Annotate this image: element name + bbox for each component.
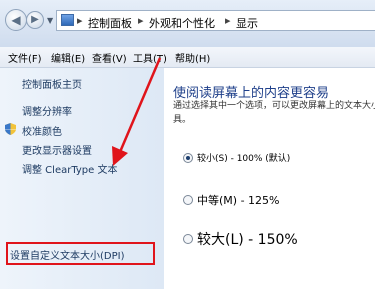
main-panel: 使阅读屏幕上的内容更容易 通过选择其中一个选项，可以更改屏幕上的文本大小 具。 … bbox=[164, 68, 375, 289]
sidebar-item-cleartype[interactable]: 调整 ClearType 文本 bbox=[22, 161, 117, 176]
sidebar-item-calibrate-color[interactable]: 校准颜色 bbox=[22, 123, 62, 138]
breadcrumb-display[interactable]: 显示 bbox=[236, 15, 258, 31]
breadcrumb-control-panel[interactable]: 控制面板 bbox=[88, 15, 132, 31]
dropdown-icon[interactable]: ▼ bbox=[47, 16, 53, 25]
breadcrumb-separator: ▸ bbox=[225, 14, 231, 27]
sidebar-item-home[interactable]: 控制面板主页 bbox=[22, 76, 82, 91]
menu-bar: 文件(F) 编辑(E) 查看(V) 工具(T) 帮助(H) bbox=[0, 47, 375, 68]
shield-icon bbox=[5, 123, 16, 135]
page-title: 使阅读屏幕上的内容更容易 bbox=[173, 86, 330, 101]
sidebar: 控制面板主页 调整分辨率 校准颜色 更改显示器设置 调整 ClearType 文… bbox=[0, 68, 164, 289]
sidebar-item-resolution[interactable]: 调整分辨率 bbox=[22, 103, 72, 118]
option-medium-label[interactable]: 中等(M) - 125% bbox=[197, 192, 279, 208]
menu-file[interactable]: 文件(F) bbox=[8, 50, 42, 65]
radio-small[interactable] bbox=[183, 153, 193, 163]
option-small-label[interactable]: 较小(S) - 100% (默认) bbox=[197, 151, 290, 164]
breadcrumb[interactable]: ▸ 控制面板 ▸ 外观和个性化 ▸ 显示 bbox=[56, 10, 375, 31]
option-large-label[interactable]: 较大(L) - 150% bbox=[197, 229, 298, 249]
back-arrow-icon[interactable]: ◀ bbox=[5, 9, 27, 31]
menu-edit[interactable]: 编辑(E) bbox=[51, 50, 85, 65]
forward-arrow-icon[interactable]: ▶ bbox=[26, 11, 44, 29]
breadcrumb-separator: ▸ bbox=[138, 14, 144, 27]
menu-view[interactable]: 查看(V) bbox=[92, 50, 127, 65]
radio-medium[interactable] bbox=[183, 195, 193, 205]
control-panel-icon bbox=[61, 14, 74, 26]
radio-large[interactable] bbox=[183, 234, 193, 244]
sidebar-item-display-settings[interactable]: 更改显示器设置 bbox=[22, 142, 92, 157]
sidebar-item-custom-dpi[interactable]: 设置自定义文本大小(DPI) bbox=[10, 247, 124, 262]
menu-tools[interactable]: 工具(T) bbox=[133, 50, 167, 65]
description-line-2: 具。 bbox=[173, 115, 192, 125]
address-bar: ◀ ▶ ▼ ▸ 控制面板 ▸ 外观和个性化 ▸ 显示 bbox=[0, 0, 375, 48]
description-line-1: 通过选择其中一个选项，可以更改屏幕上的文本大小 bbox=[173, 101, 375, 111]
menu-help[interactable]: 帮助(H) bbox=[175, 50, 210, 65]
breadcrumb-separator: ▸ bbox=[77, 14, 83, 27]
breadcrumb-appearance[interactable]: 外观和个性化 bbox=[149, 15, 215, 31]
